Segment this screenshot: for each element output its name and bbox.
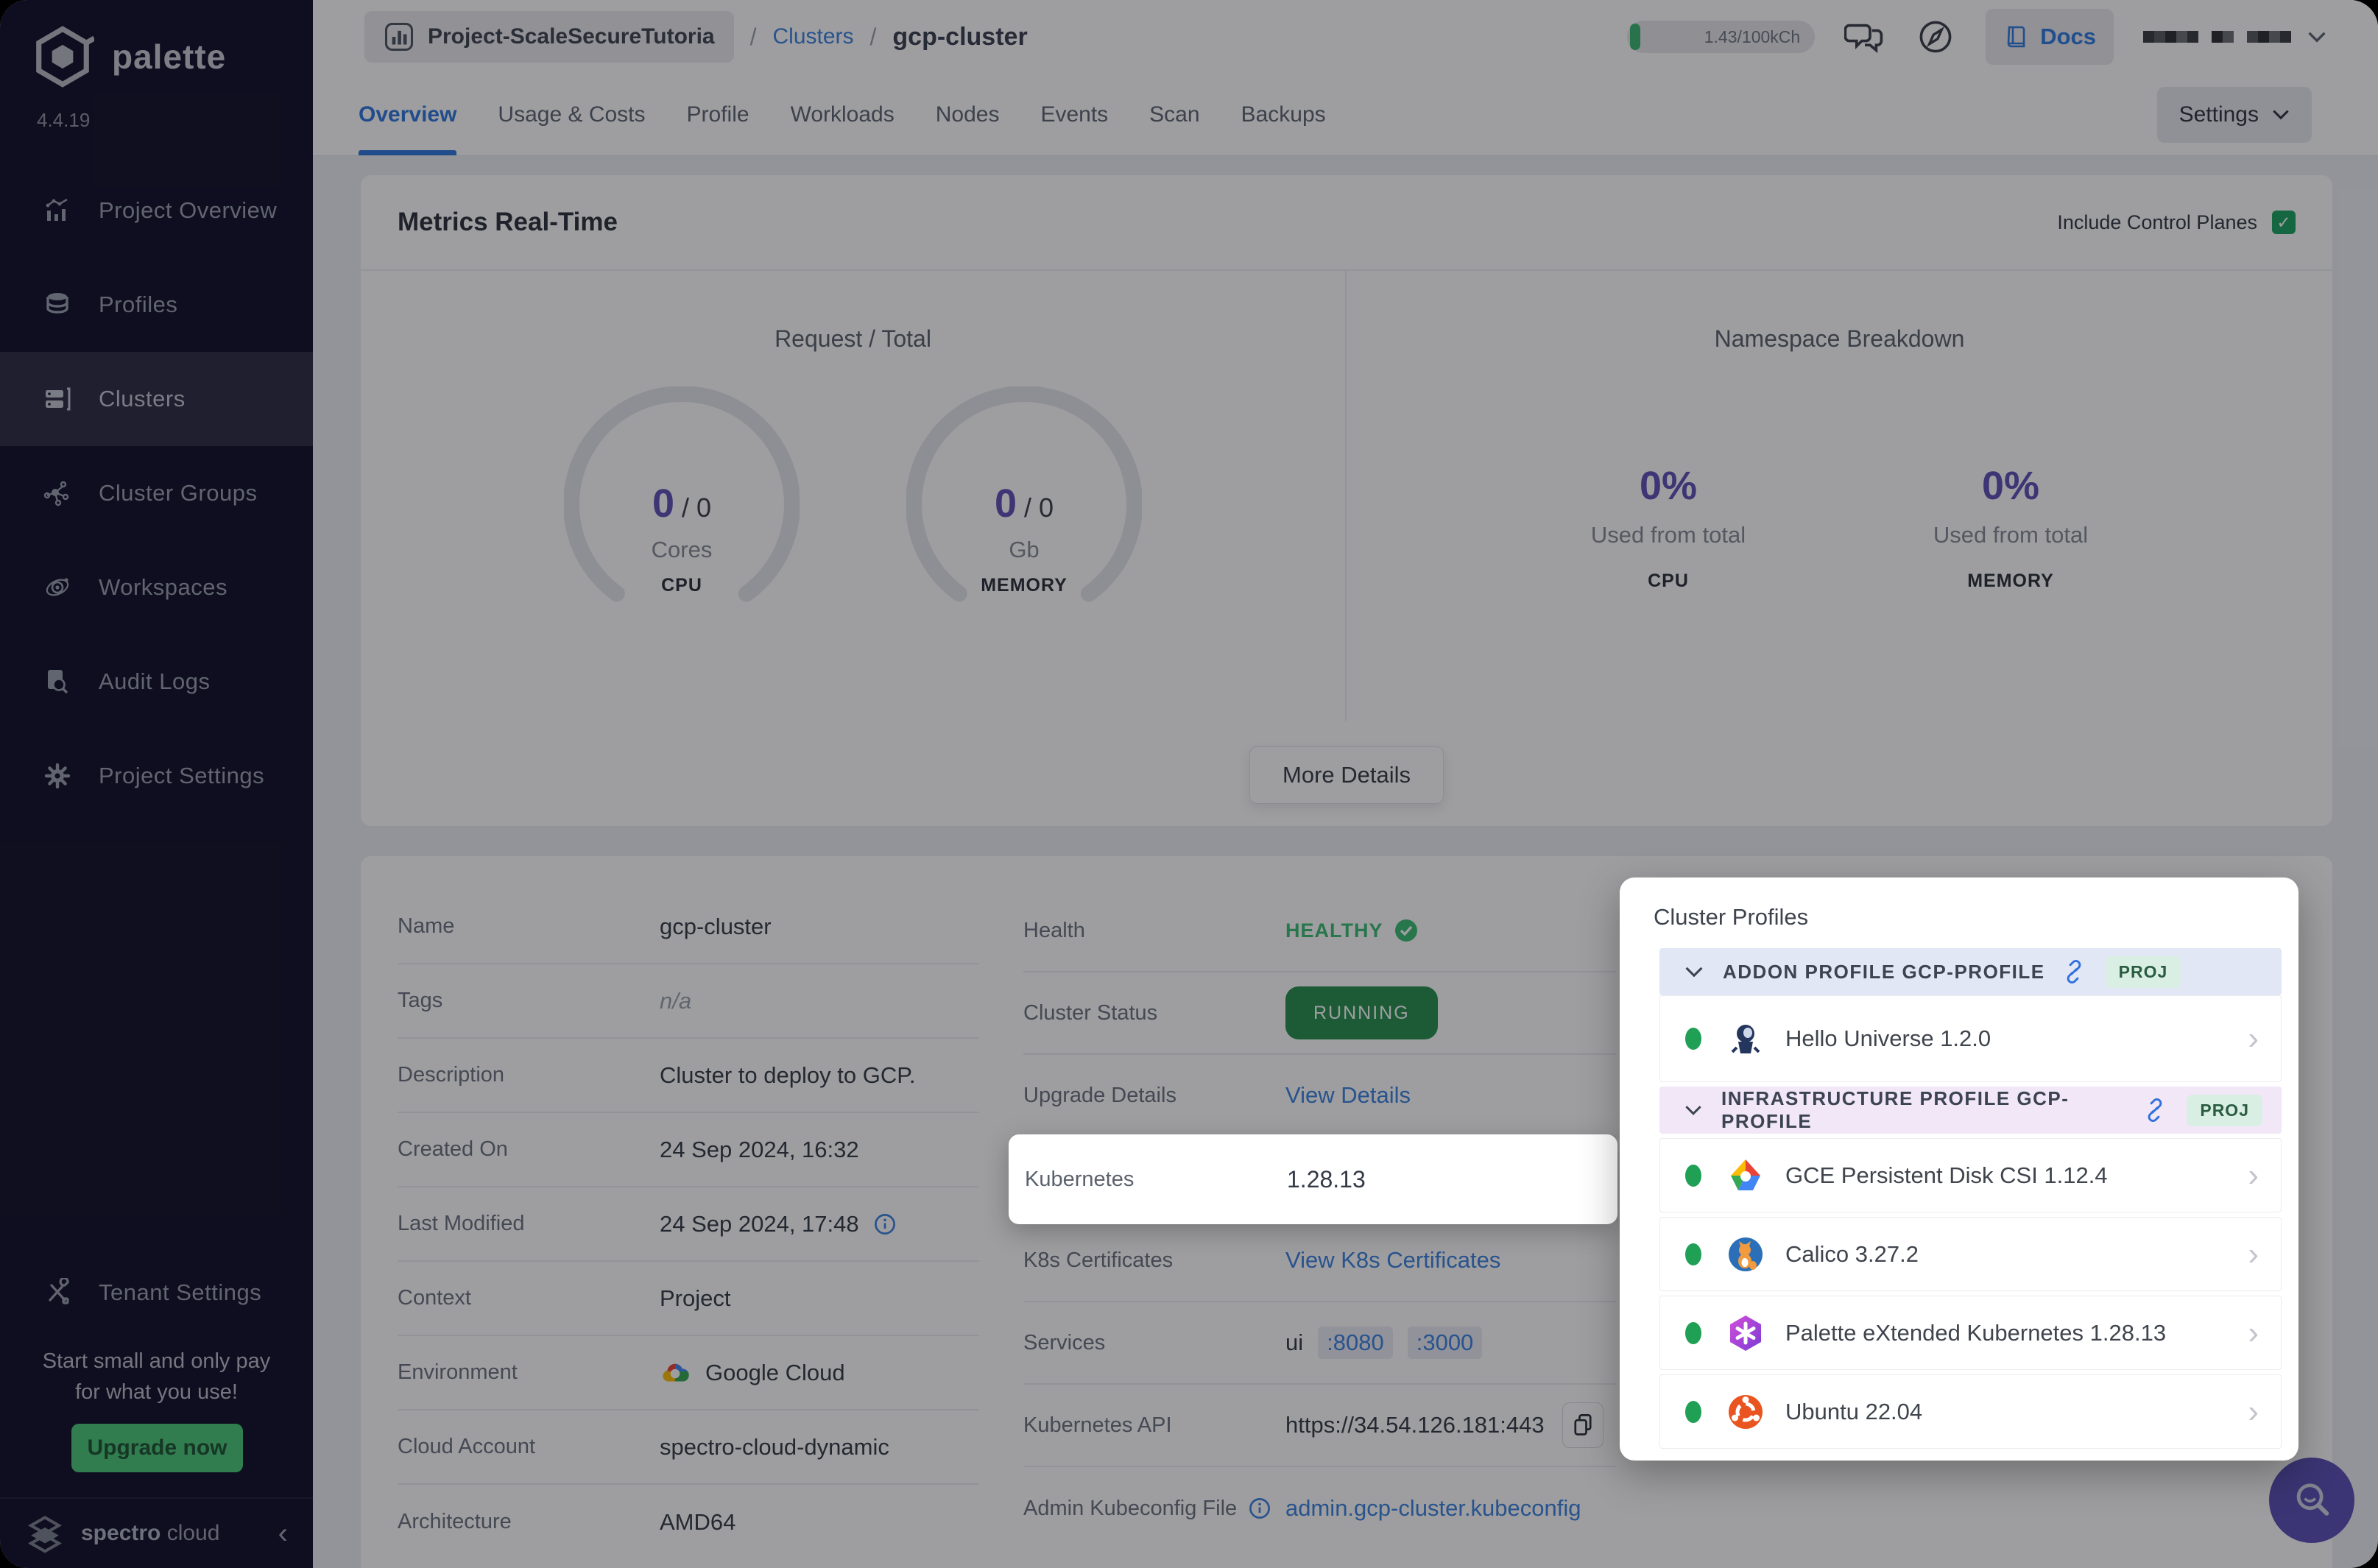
addon-profile-section-header[interactable]: ADDON PROFILE GCP-PROFILE PROJ	[1659, 948, 2282, 995]
kubernetes-version: 1.28.13	[1287, 1165, 1366, 1193]
chevron-right-icon: ›	[2248, 1235, 2259, 1272]
cluster-profiles-popup: Cluster Profiles ADDON PROFILE GCP-PROFI…	[1620, 877, 2298, 1461]
profile-item-gce-disk[interactable]: GCE Persistent Disk CSI 1.12.4 ›	[1659, 1138, 2282, 1212]
profile-item-calico[interactable]: Calico 3.27.2 ›	[1659, 1217, 2282, 1291]
proj-scope-badge: PROJ	[2105, 956, 2181, 988]
status-dot-green	[1685, 1243, 1701, 1265]
gce-disk-icon	[1731, 1159, 1760, 1190]
status-dot-green	[1685, 1400, 1701, 1423]
link-icon	[2061, 959, 2086, 984]
chevron-down-icon	[1685, 1106, 1701, 1115]
chevron-right-icon: ›	[2248, 1020, 2259, 1056]
profile-item-hello-universe[interactable]: Hello Universe 1.2.0 ›	[1659, 995, 2282, 1082]
proj-scope-badge: PROJ	[2187, 1094, 2262, 1126]
cluster-profiles-title: Cluster Profiles	[1654, 904, 1809, 930]
cluster-profiles-list: ADDON PROFILE GCP-PROFILE PROJ Hello Uni…	[1659, 948, 2282, 1449]
kubernetes-label: Kubernetes	[1025, 1167, 1135, 1191]
kubernetes-spotlight-row[interactable]: Kubernetes 1.28.13	[1009, 1134, 1617, 1224]
infrastructure-profile-section-header[interactable]: INFRASTRUCTURE PROFILE GCP-PROFILE PROJ	[1659, 1087, 2282, 1134]
pxk-icon	[1730, 1315, 1761, 1351]
status-dot-green	[1685, 1321, 1701, 1344]
chevron-down-icon	[1685, 967, 1703, 978]
ubuntu-icon	[1729, 1394, 1763, 1429]
status-dot-green	[1685, 1164, 1701, 1187]
link-icon	[2142, 1098, 2167, 1123]
profile-item-pxk[interactable]: Palette eXtended Kubernetes 1.28.13 ›	[1659, 1296, 2282, 1370]
calico-icon	[1729, 1237, 1763, 1271]
chevron-right-icon: ›	[2248, 1314, 2259, 1351]
profile-item-ubuntu[interactable]: Ubuntu 22.04 ›	[1659, 1374, 2282, 1449]
chevron-right-icon: ›	[2248, 1156, 2259, 1193]
app-window: palette 4.4.19 Project Overview Profiles…	[0, 0, 2378, 1568]
hello-universe-icon	[1731, 1025, 1760, 1053]
status-dot-green	[1685, 1028, 1701, 1050]
chevron-right-icon: ›	[2248, 1393, 2259, 1430]
